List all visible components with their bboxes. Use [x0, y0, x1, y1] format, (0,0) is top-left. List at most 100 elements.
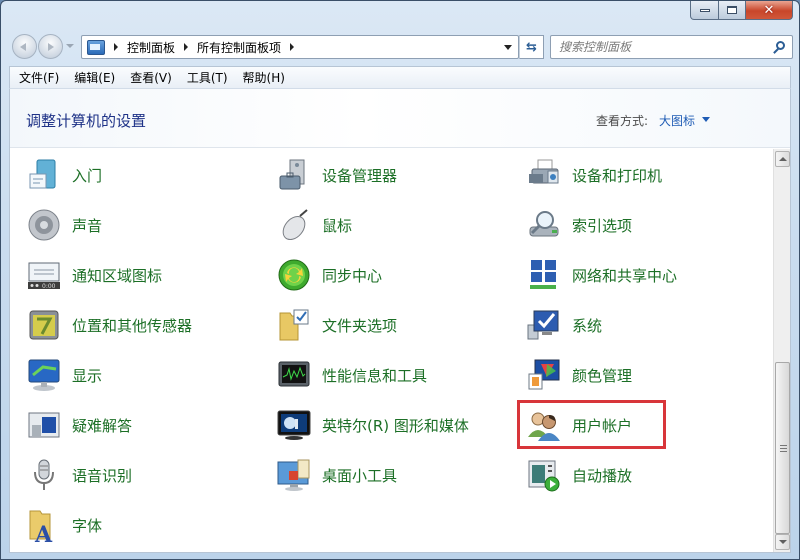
control-panel-item[interactable]: 设备和打印机 — [526, 152, 662, 198]
control-panel-item[interactable]: 声音 — [26, 202, 102, 248]
svg-text:0:00: 0:00 — [42, 283, 56, 290]
control-panel-item[interactable]: 系统 — [526, 302, 602, 348]
devices-printers-icon — [526, 157, 562, 193]
item-label: 字体 — [72, 516, 103, 535]
performance-icon — [276, 357, 312, 393]
breadcrumb-separator-icon[interactable] — [114, 43, 118, 51]
scrollbar-thumb[interactable] — [775, 362, 790, 534]
notification-area-icon: 0:00 — [26, 257, 62, 293]
control-panel-item[interactable]: 0:00 通知区域图标 — [26, 252, 162, 298]
item-label: 设备管理器 — [322, 166, 398, 185]
control-panel-item[interactable]: 疑难解答 — [26, 402, 132, 448]
control-panel-item[interactable]: 自动播放 — [526, 452, 632, 498]
item-label: 通知区域图标 — [72, 266, 163, 285]
chevron-down-icon[interactable] — [702, 117, 710, 122]
minimize-icon — [699, 8, 710, 12]
back-button[interactable] — [12, 34, 37, 59]
control-panel-window: ✕ 控制面板 所有控制面板项 ⇆ 文件(F) 编辑(E) 查看(V) 工具(T)… — [0, 0, 800, 560]
menu-tools[interactable]: 工具(T) — [187, 69, 228, 86]
maximize-button[interactable] — [719, 1, 746, 20]
menu-edit[interactable]: 编辑(E) — [74, 69, 115, 86]
back-arrow-icon — [20, 43, 26, 51]
minimize-button[interactable] — [690, 1, 719, 20]
item-label: 设备和打印机 — [572, 166, 663, 185]
maximize-icon — [727, 6, 737, 14]
control-panel-item[interactable]: 位置和其他传感器 — [26, 302, 192, 348]
autoplay-icon — [526, 457, 562, 493]
control-panel-item[interactable]: 颜色管理 — [526, 352, 632, 398]
search-icon[interactable] — [776, 41, 785, 50]
control-panel-item[interactable]: 桌面小工具 — [276, 452, 397, 498]
item-label: 显示 — [72, 366, 103, 385]
highlight-box — [517, 400, 666, 449]
grip-icon — [780, 445, 787, 452]
item-label: 文件夹选项 — [322, 316, 398, 335]
scroll-up-button[interactable] — [775, 151, 790, 167]
item-label: 位置和其他传感器 — [72, 316, 193, 335]
troubleshooting-icon — [26, 407, 62, 443]
address-history-dropdown[interactable] — [504, 45, 512, 50]
refresh-button[interactable]: ⇆ — [519, 35, 544, 59]
breadcrumb-all-items[interactable]: 所有控制面板项 — [197, 39, 281, 56]
item-label: 自动播放 — [572, 466, 633, 485]
control-panel-item[interactable]: 文件夹选项 — [276, 302, 397, 348]
control-panel-item[interactable]: 语音识别 — [26, 452, 132, 498]
scroll-down-button[interactable] — [775, 534, 790, 550]
item-label: 索引选项 — [572, 216, 633, 235]
control-panel-item[interactable]: A 字体 — [26, 502, 102, 548]
item-label: 性能信息和工具 — [322, 366, 428, 385]
control-panel-item[interactable]: 网络和共享中心 — [526, 252, 677, 298]
item-label: 网络和共享中心 — [572, 266, 678, 285]
location-sensors-icon — [26, 307, 62, 343]
item-label: 颜色管理 — [572, 366, 633, 385]
color-management-icon — [526, 357, 562, 393]
vertical-scrollbar[interactable] — [773, 149, 790, 552]
svg-text:A: A — [34, 522, 53, 543]
page-title: 调整计算机的设置 — [26, 112, 147, 130]
menu-view[interactable]: 查看(V) — [130, 69, 172, 86]
breadcrumb-separator-icon[interactable] — [184, 43, 189, 51]
control-panel-item[interactable]: 性能信息和工具 — [276, 352, 427, 398]
menu-file[interactable]: 文件(F) — [19, 69, 59, 86]
caption-buttons: ✕ — [690, 1, 793, 20]
address-bar[interactable]: 控制面板 所有控制面板项 — [81, 35, 519, 59]
getting-started-icon — [26, 157, 62, 193]
forward-button[interactable] — [38, 34, 63, 59]
navigation-bar: 控制面板 所有控制面板项 ⇆ — [9, 33, 793, 59]
item-label: 入门 — [72, 166, 103, 185]
sync-center-icon — [276, 257, 312, 293]
control-panel-item[interactable]: 显示 — [26, 352, 102, 398]
item-label: 同步中心 — [322, 266, 383, 285]
item-label: 系统 — [572, 316, 603, 335]
forward-arrow-icon — [48, 43, 54, 51]
search-box[interactable] — [550, 35, 793, 59]
control-panel-item[interactable]: 鼠标 — [276, 202, 352, 248]
content-header: 调整计算机的设置 查看方式: 大图标 — [10, 89, 790, 148]
view-by-dropdown[interactable]: 大图标 — [659, 112, 695, 129]
control-panel-items: 入门 设备管理器 设备和打印机声音 鼠标 索引选项 0:00 通知区域图标 同步中心 网络和共享… — [10, 149, 776, 552]
search-input[interactable] — [559, 39, 759, 55]
desktop-gadgets-icon — [276, 457, 312, 493]
control-panel-item[interactable]: 设备管理器 — [276, 152, 397, 198]
fonts-icon: A — [26, 507, 62, 548]
control-panel-item[interactable]: 索引选项 — [526, 202, 632, 248]
menu-help[interactable]: 帮助(H) — [243, 69, 285, 86]
item-label: 桌面小工具 — [322, 466, 398, 485]
close-button[interactable]: ✕ — [746, 1, 793, 20]
breadcrumb-separator-icon[interactable] — [290, 43, 295, 51]
control-panel-item[interactable]: 英特尔(R) 图形和媒体 — [276, 402, 469, 448]
control-panel-item[interactable]: 同步中心 — [276, 252, 382, 298]
control-panel-item[interactable]: 入门 — [26, 152, 102, 198]
breadcrumb-control-panel[interactable]: 控制面板 — [127, 39, 175, 56]
item-label: 疑难解答 — [72, 416, 133, 435]
recent-pages-dropdown[interactable] — [66, 44, 74, 48]
microphone-icon — [26, 457, 62, 493]
device-manager-icon — [276, 157, 312, 193]
control-panel-icon — [87, 39, 105, 55]
item-label: 语音识别 — [72, 466, 133, 485]
content-pane: 调整计算机的设置 查看方式: 大图标 入门 设备管理器 设备和打印机声音 鼠标 索引选项… — [9, 88, 791, 553]
view-by-label: 查看方式: — [596, 114, 649, 128]
speaker-icon — [26, 207, 62, 243]
item-label: 声音 — [72, 216, 103, 235]
intel-graphics-icon — [276, 407, 312, 443]
